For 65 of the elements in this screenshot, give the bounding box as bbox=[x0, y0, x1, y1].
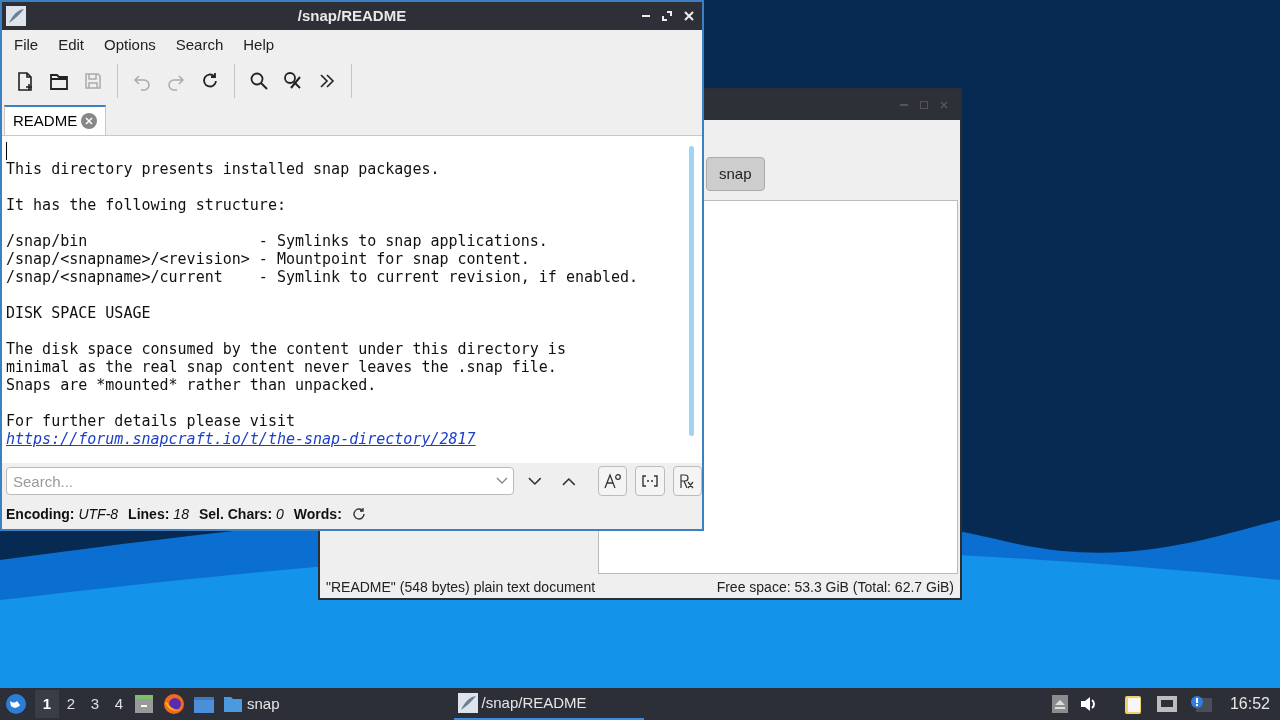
free-space-text: Free space: 53.3 GiB (Total: 62.7 GiB) bbox=[716, 577, 954, 597]
text-line: It has the following structure: bbox=[6, 196, 286, 214]
status-label: Sel. Chars: bbox=[198, 504, 273, 524]
text-line: /snap/bin - Symlinks to snap applications. bbox=[6, 232, 548, 250]
volume-icon[interactable] bbox=[1079, 696, 1098, 712]
status-label: Words: bbox=[293, 504, 342, 524]
text-cursor bbox=[6, 142, 7, 160]
menu-item[interactable]: Search bbox=[165, 33, 234, 57]
status-value: UTF-8 bbox=[78, 504, 119, 524]
tab[interactable]: README bbox=[4, 105, 107, 135]
clipboard-icon[interactable] bbox=[1123, 693, 1144, 715]
eject-icon[interactable] bbox=[1051, 695, 1068, 713]
text-line: For further details please visit bbox=[6, 412, 295, 430]
regex-button[interactable] bbox=[672, 466, 702, 496]
app-icon bbox=[6, 6, 26, 26]
workspace-button[interactable]: 2 bbox=[59, 690, 83, 718]
search-icon bbox=[249, 71, 269, 91]
save-icon bbox=[83, 71, 103, 91]
status-value: 0 bbox=[276, 504, 284, 524]
file-cabinet-icon[interactable] bbox=[133, 693, 155, 715]
text-line: /snap/<snapname>/current - Symlink to current revision, if enabled. bbox=[6, 268, 639, 286]
text-line: /snap/<snapname>/<revision> - Mountpoint for snap content. bbox=[6, 250, 530, 268]
whole-word-button[interactable] bbox=[635, 466, 665, 496]
scrollbar[interactable] bbox=[689, 146, 694, 436]
next-match-icon[interactable] bbox=[528, 476, 543, 486]
folder-icon bbox=[223, 695, 243, 713]
workspace-button[interactable]: 4 bbox=[107, 690, 131, 718]
path-button[interactable]: snap bbox=[706, 157, 765, 191]
find-replace-icon bbox=[283, 71, 303, 91]
menu-item[interactable]: Help bbox=[233, 33, 285, 57]
notification-icon[interactable] bbox=[1189, 694, 1212, 714]
regex-icon bbox=[679, 473, 696, 489]
match-case-icon bbox=[603, 473, 622, 489]
clock: 16:52 bbox=[1229, 694, 1270, 714]
window-icon[interactable] bbox=[193, 694, 215, 714]
search-field[interactable]: Search... bbox=[6, 467, 515, 495]
taskbar-button[interactable]: /snap/README bbox=[453, 688, 644, 720]
status-label: Lines: bbox=[128, 504, 170, 524]
folder-icon bbox=[49, 71, 69, 91]
text-line: The disk space consumed by the content under this directory is bbox=[6, 340, 566, 358]
app-icon bbox=[457, 693, 478, 713]
window-title: /snap/README bbox=[297, 5, 407, 26]
workspace-button[interactable]: 3 bbox=[83, 690, 107, 718]
match-case-button[interactable] bbox=[597, 466, 628, 496]
status-label: Encoding: bbox=[6, 504, 75, 524]
refresh-icon[interactable] bbox=[351, 507, 366, 521]
start-menu-icon[interactable] bbox=[5, 693, 27, 715]
new-file-icon bbox=[15, 71, 35, 91]
previous-match-icon[interactable] bbox=[562, 476, 576, 486]
whole-word-icon bbox=[641, 475, 658, 487]
status-value: 18 bbox=[173, 504, 189, 524]
link[interactable]: https://forum.snapcraft.io/t/the-snap-directory/2817 bbox=[6, 430, 476, 448]
menu-item[interactable]: File bbox=[4, 33, 49, 57]
text-line: DISK SPACE USAGE bbox=[6, 304, 151, 322]
text-line: This directory presents installed snap packages. bbox=[6, 160, 440, 178]
workspace-button[interactable]: 1 bbox=[35, 690, 59, 718]
text-line: minimal as the real snap content never leaves the .snap file. bbox=[6, 358, 557, 376]
browser-icon[interactable] bbox=[163, 693, 185, 715]
status-text: "README" (548 bytes) plain text document bbox=[326, 577, 596, 597]
close-tab-icon[interactable] bbox=[81, 113, 98, 129]
text-line: Snaps are *mounted* rather than unpacked. bbox=[6, 376, 377, 394]
menu-item[interactable]: Edit bbox=[48, 33, 95, 57]
menu-item[interactable]: Options bbox=[94, 33, 166, 57]
taskbar-button[interactable]: snap bbox=[221, 688, 282, 720]
network-icon[interactable] bbox=[1155, 695, 1178, 713]
